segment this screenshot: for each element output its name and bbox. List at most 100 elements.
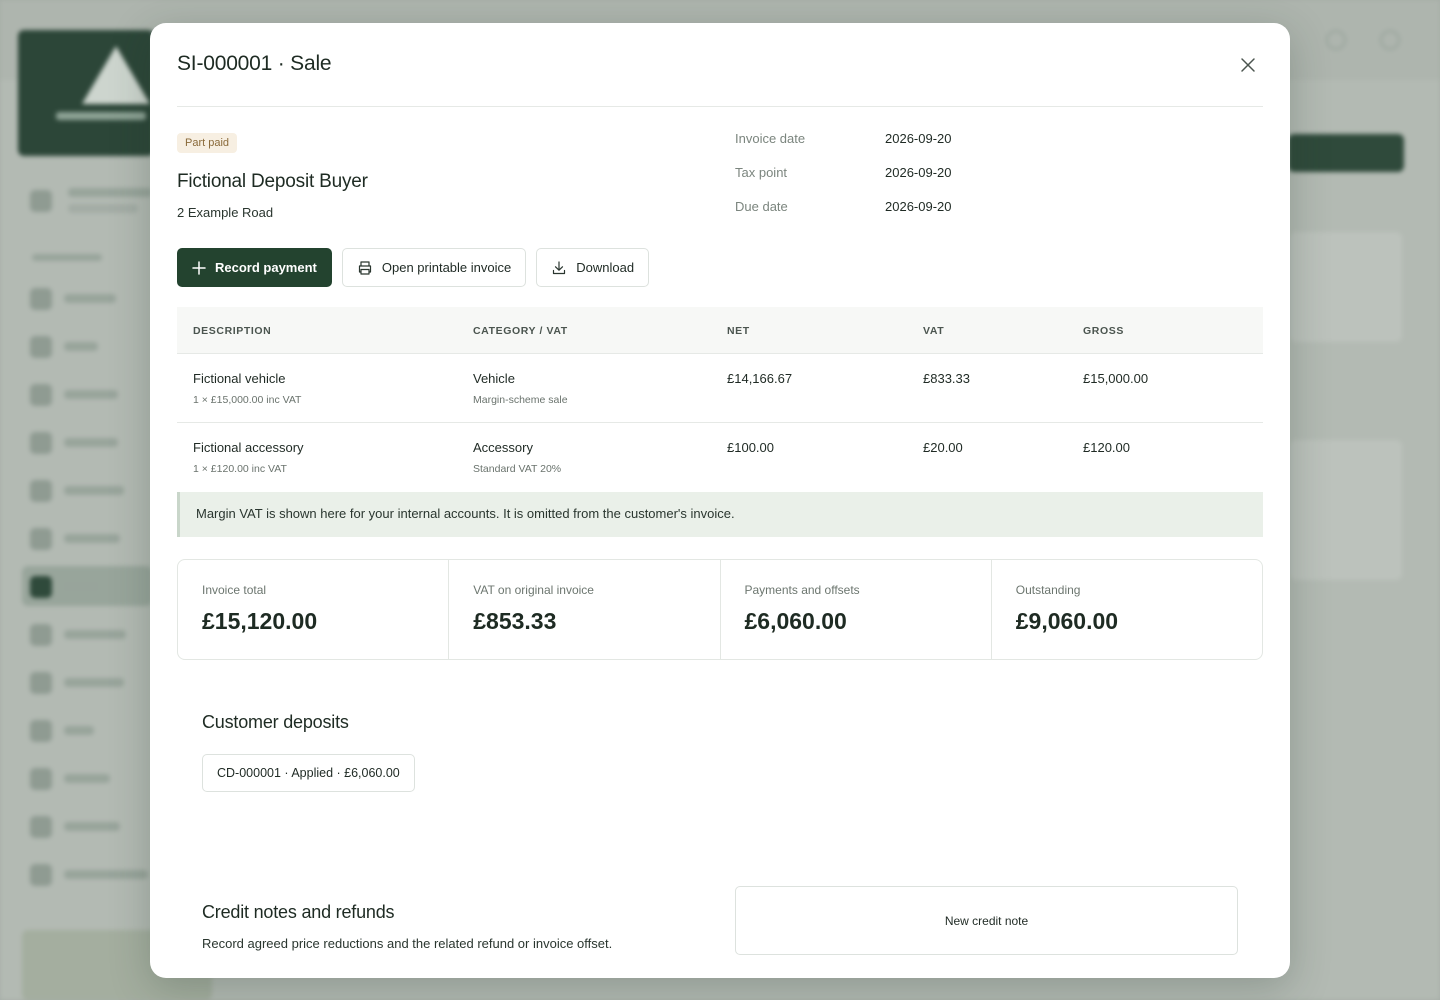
date-value: 2026-09-20 xyxy=(885,131,952,146)
margin-vat-notice: Margin VAT is shown here for your intern… xyxy=(177,492,1263,537)
background-user xyxy=(26,184,152,218)
summary-outstanding: Outstanding £9,060.00 xyxy=(992,560,1262,659)
customer-deposits-title: Customer deposits xyxy=(202,712,349,732)
item-category: Accessory xyxy=(473,440,533,455)
background-logo-icon xyxy=(82,46,150,104)
table-row: Fictional accessory 1 × £120.00 inc VAT … xyxy=(177,423,1263,492)
summary-label: VAT on original invoice xyxy=(473,583,594,597)
date-label: Tax point xyxy=(735,165,788,180)
column-header-category: CATEGORY / VAT xyxy=(473,325,568,337)
date-value: 2026-09-20 xyxy=(885,165,952,180)
record-payment-label: Record payment xyxy=(215,260,317,275)
background-nav-line xyxy=(64,438,118,447)
background-nav-icon xyxy=(30,576,52,598)
printer-icon xyxy=(358,260,371,275)
background-user-line xyxy=(68,188,152,197)
date-label: Invoice date xyxy=(735,131,806,146)
record-payment-button[interactable]: Record payment xyxy=(177,248,332,287)
item-description: Fictional vehicle xyxy=(193,371,286,386)
background-nav-heading xyxy=(32,254,102,261)
item-quantity: 1 × £120.00 inc VAT xyxy=(193,463,287,475)
item-net: £100.00 xyxy=(727,440,774,455)
summary-label: Outstanding xyxy=(1015,583,1081,597)
invoice-actions: Record payment Open printable invoice Do… xyxy=(177,248,650,287)
item-category: Vehicle xyxy=(473,371,515,386)
status-badge: Part paid xyxy=(177,133,238,153)
background-nav-icon xyxy=(30,432,52,454)
plus-icon xyxy=(192,260,206,275)
summary-label: Payments and offsets xyxy=(744,583,860,597)
credit-notes-description: Record agreed price reductions and the r… xyxy=(202,936,613,951)
summary-vat-original: VAT on original invoice £853.33 xyxy=(449,560,721,659)
background-avatar xyxy=(30,190,52,212)
background-nav-line xyxy=(64,342,98,351)
background-card xyxy=(1290,440,1402,580)
background-nav-line xyxy=(64,582,98,591)
background-bell-icon xyxy=(1326,30,1346,50)
background-nav-line xyxy=(64,630,126,639)
modal-title: SI-000001 · Sale xyxy=(177,52,332,75)
close-icon xyxy=(1241,58,1255,72)
credit-notes-title: Credit notes and refunds xyxy=(202,902,395,922)
summary-value: £6,060.00 xyxy=(744,608,847,634)
column-header-gross: GROSS xyxy=(1083,325,1124,337)
background-nav-line xyxy=(64,294,116,303)
customer-deposit-chip[interactable]: CD-000001 · Applied · £6,060.00 xyxy=(202,754,415,792)
background-nav-icon xyxy=(30,672,52,694)
background-nav-icon xyxy=(30,720,52,742)
date-row: Tax point 2026-09-20 xyxy=(735,165,1135,199)
background-nav-line xyxy=(64,774,110,783)
background-nav-line xyxy=(64,678,124,687)
background-nav-line xyxy=(64,726,94,735)
background-card xyxy=(1290,232,1402,342)
line-items-table: DESCRIPTION CATEGORY / VAT NET VAT GROSS… xyxy=(177,307,1263,492)
background-nav-icon xyxy=(30,816,52,838)
background-nav-line xyxy=(64,534,120,543)
column-header-vat: VAT xyxy=(923,325,945,337)
background-nav-line xyxy=(64,390,118,399)
background-user-line xyxy=(68,204,138,213)
summary-label: Invoice total xyxy=(202,583,267,597)
item-vat-scheme: Standard VAT 20% xyxy=(473,463,562,475)
column-header-description: DESCRIPTION xyxy=(193,325,272,337)
background-nav-icon xyxy=(30,528,52,550)
summary-invoice-total: Invoice total £15,120.00 xyxy=(178,560,450,659)
invoice-dates: Invoice date 2026-09-20 Tax point 2026-0… xyxy=(735,131,1135,233)
download-icon xyxy=(553,260,566,274)
background-nav-icon xyxy=(30,624,52,646)
customer-name: Fictional Deposit Buyer xyxy=(177,171,368,192)
item-description: Fictional accessory xyxy=(193,440,304,455)
item-gross: £120.00 xyxy=(1083,440,1130,455)
summary-value: £853.33 xyxy=(473,608,557,634)
background-nav-icon xyxy=(30,480,52,502)
item-vat: £20.00 xyxy=(923,440,963,455)
date-value: 2026-09-20 xyxy=(885,199,952,214)
invoice-modal: SI-000001 · Sale Part paid Fictional Dep… xyxy=(150,23,1290,978)
download-button[interactable]: Download xyxy=(536,248,650,287)
item-gross: £15,000.00 xyxy=(1083,371,1149,386)
background-nav-line xyxy=(64,486,124,495)
customer-address: 2 Example Road xyxy=(177,205,274,220)
date-label: Due date xyxy=(735,199,788,214)
table-header: DESCRIPTION CATEGORY / VAT NET VAT GROSS xyxy=(177,307,1263,354)
background-nav-icon xyxy=(30,384,52,406)
close-button[interactable] xyxy=(1237,54,1259,76)
invoice-summary: Invoice total £15,120.00 VAT on original… xyxy=(177,559,1263,660)
new-credit-note-button[interactable]: New credit note xyxy=(735,886,1238,955)
background-primary-button xyxy=(1288,134,1404,172)
open-printable-invoice-button[interactable]: Open printable invoice xyxy=(341,248,527,287)
open-printable-invoice-label: Open printable invoice xyxy=(381,260,512,275)
background-nav-icon xyxy=(30,288,52,310)
item-quantity: 1 × £15,000.00 inc VAT xyxy=(193,394,302,406)
summary-value: £15,120.00 xyxy=(202,608,318,634)
background-nav-icon xyxy=(30,768,52,790)
background-nav-line xyxy=(64,870,148,879)
background-logo-wordmark xyxy=(56,112,146,120)
item-vat-scheme: Margin-scheme sale xyxy=(473,394,568,406)
summary-payments: Payments and offsets £6,060.00 xyxy=(721,560,992,659)
item-net: £14,166.67 xyxy=(727,371,793,386)
background-nav-line xyxy=(64,822,120,831)
column-header-net: NET xyxy=(727,325,750,337)
download-label: Download xyxy=(576,260,635,275)
background-nav-icon xyxy=(30,336,52,358)
